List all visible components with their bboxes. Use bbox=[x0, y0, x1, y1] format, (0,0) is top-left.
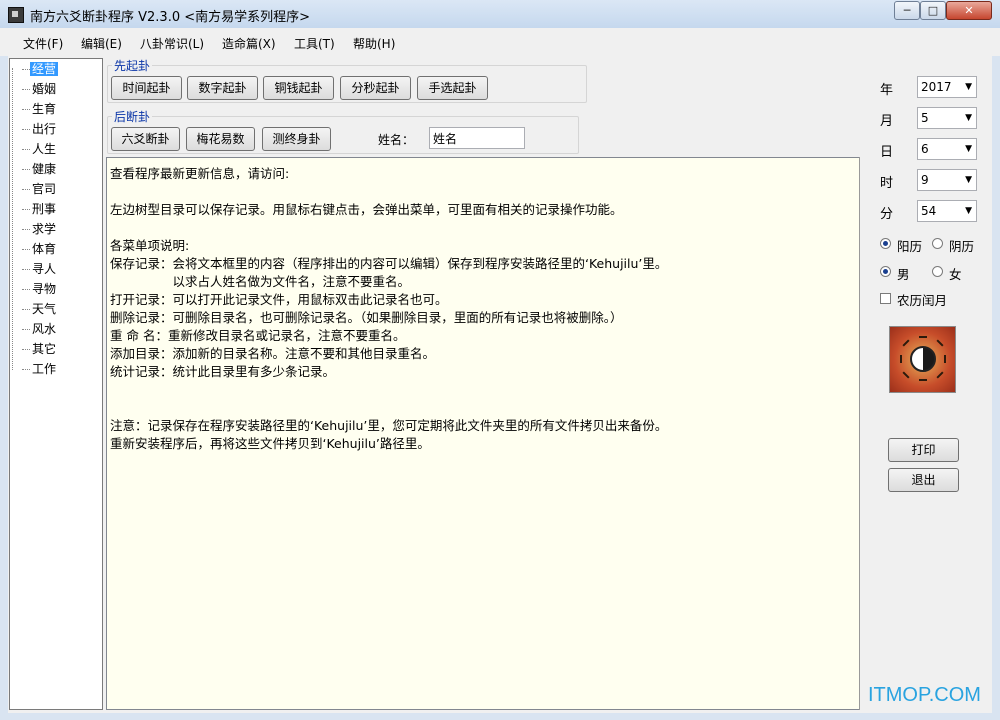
text-line: 注意：记录保存在程序安装路径里的‘Kehujilu’里，您可定期将此文件夹里的所… bbox=[110, 418, 668, 433]
tree-item-travel[interactable]: 出行 bbox=[22, 120, 102, 139]
tree-item-health[interactable]: 健康 bbox=[22, 160, 102, 179]
hour-label: 时 bbox=[880, 176, 894, 191]
chevron-down-icon: ▼ bbox=[965, 175, 972, 185]
day-select[interactable]: 6 ▼ bbox=[917, 138, 977, 160]
manual-cast-button[interactable]: 手选起卦 bbox=[417, 76, 488, 100]
leap-month-label: 农历闰月 bbox=[897, 293, 948, 308]
tree-item-lawsuit[interactable]: 官司 bbox=[22, 180, 102, 199]
name-input[interactable] bbox=[429, 127, 525, 149]
chevron-down-icon: ▼ bbox=[965, 113, 972, 123]
tree-item-find-person[interactable]: 寻人 bbox=[22, 260, 102, 279]
trigram-mark bbox=[944, 355, 946, 363]
hour-select[interactable]: 9 ▼ bbox=[917, 169, 977, 191]
text-line: 重 命 名：重新修改目录名或记录名，注意不要重名。 bbox=[110, 328, 406, 343]
watermark: ITMOP.COM bbox=[868, 684, 981, 706]
female-label: 女 bbox=[949, 267, 962, 282]
interpret-group-title: 后断卦 bbox=[112, 108, 153, 125]
close-button[interactable]: ✕ bbox=[946, 1, 992, 20]
text-line: 查看程序最新更新信息，请访问: bbox=[110, 166, 290, 181]
menu-edit[interactable]: 编辑(E) bbox=[81, 35, 122, 52]
tree-item-birth[interactable]: 生育 bbox=[22, 100, 102, 119]
menu-bagua-basics[interactable]: 八卦常识(L) bbox=[140, 35, 204, 52]
lifetime-cast-button[interactable]: 测终身卦 bbox=[262, 127, 331, 151]
text-line: 左边树型目录可以保存记录。用鼠标右键点击，会弹出菜单，可里面有相关的记录操作功能… bbox=[110, 202, 623, 217]
day-label: 日 bbox=[880, 145, 894, 160]
minute-label: 分 bbox=[880, 207, 894, 222]
male-label: 男 bbox=[897, 267, 910, 282]
tree-item-business[interactable]: 经营 bbox=[22, 60, 102, 79]
year-label: 年 bbox=[880, 83, 894, 98]
name-label: 姓名： bbox=[378, 133, 415, 147]
year-select[interactable]: 2017 ▼ bbox=[917, 76, 977, 98]
solar-label: 阳历 bbox=[897, 239, 923, 254]
lunar-label: 阴历 bbox=[949, 239, 975, 254]
month-select[interactable]: 5 ▼ bbox=[917, 107, 977, 129]
tree-item-marriage[interactable]: 婚姻 bbox=[22, 80, 102, 99]
app-icon bbox=[8, 7, 24, 23]
tree-item-criminal[interactable]: 刑事 bbox=[22, 200, 102, 219]
chevron-down-icon: ▼ bbox=[965, 206, 972, 216]
tree-item-other[interactable]: 其它 bbox=[22, 340, 102, 359]
exit-button[interactable]: 退出 bbox=[888, 468, 959, 492]
text-line: 添加目录：添加新的目录名称。注意不要和其他目录重名。 bbox=[110, 346, 436, 361]
text-line: 以求占人姓名做为文件名，注意不要重名。 bbox=[110, 274, 411, 289]
time-cast-button[interactable]: 时间起卦 bbox=[111, 76, 182, 100]
tree-item-fengshui[interactable]: 风水 bbox=[22, 320, 102, 339]
tree-item-work[interactable]: 工作 bbox=[22, 360, 102, 379]
solar-radio[interactable] bbox=[880, 238, 891, 249]
chevron-down-icon: ▼ bbox=[965, 82, 972, 92]
tree-connector bbox=[12, 68, 13, 370]
text-line: 保存记录：会将文本框里的内容（程序排出的内容可以编辑）保存到程序安装路径里的‘K… bbox=[110, 256, 668, 271]
female-radio[interactable] bbox=[932, 266, 943, 277]
window-title: 南方六爻断卦程序 V2.3.0 <南方易学系列程序> bbox=[30, 10, 311, 25]
trigram-mark bbox=[919, 379, 927, 381]
menu-destiny[interactable]: 造命篇(X) bbox=[222, 35, 276, 52]
print-button[interactable]: 打印 bbox=[888, 438, 959, 462]
text-line: 删除记录：可删除目录名，也可删除记录名。（如果删除目录，里面的所有记录也将被删除… bbox=[110, 310, 623, 325]
coin-cast-button[interactable]: 铜钱起卦 bbox=[263, 76, 334, 100]
text-line: 各菜单项说明: bbox=[110, 238, 190, 253]
text-line: 打开记录：可以打开此记录文件，用鼠标双击此记录名也可。 bbox=[110, 292, 448, 307]
cast-group-title: 先起卦 bbox=[112, 57, 153, 74]
tree-item-sports[interactable]: 体育 bbox=[22, 240, 102, 259]
menu-help[interactable]: 帮助(H) bbox=[353, 35, 395, 52]
trigram-mark bbox=[919, 336, 927, 338]
yinyang-icon bbox=[910, 346, 936, 372]
tree-item-weather[interactable]: 天气 bbox=[22, 300, 102, 319]
tree-item-study[interactable]: 求学 bbox=[22, 220, 102, 239]
liuyao-interpret-button[interactable]: 六爻断卦 bbox=[111, 127, 180, 151]
trigram-mark bbox=[900, 355, 902, 363]
month-label: 月 bbox=[880, 114, 894, 129]
tree-item-find-object[interactable]: 寻物 bbox=[22, 280, 102, 299]
menu-tools[interactable]: 工具(T) bbox=[294, 35, 335, 52]
tree-item-life[interactable]: 人生 bbox=[22, 140, 102, 159]
male-radio[interactable] bbox=[880, 266, 891, 277]
lunar-radio[interactable] bbox=[932, 238, 943, 249]
menu-file[interactable]: 文件(F) bbox=[23, 35, 63, 52]
maximize-button[interactable]: □ bbox=[920, 1, 946, 20]
text-line: 统计记录：统计此目录里有多少条记录。 bbox=[110, 364, 336, 379]
minute-select[interactable]: 54 ▼ bbox=[917, 200, 977, 222]
leap-month-checkbox[interactable] bbox=[880, 293, 891, 304]
minimize-button[interactable]: ─ bbox=[894, 1, 920, 20]
second-cast-button[interactable]: 分秒起卦 bbox=[340, 76, 411, 100]
text-line: 重新安装程序后，再将这些文件拷贝到‘Kehujilu’路径里。 bbox=[110, 436, 430, 451]
chevron-down-icon: ▼ bbox=[965, 144, 972, 154]
textarea-scrollbar-edge[interactable] bbox=[859, 157, 860, 710]
number-cast-button[interactable]: 数字起卦 bbox=[187, 76, 258, 100]
meihua-button[interactable]: 梅花易数 bbox=[186, 127, 255, 151]
